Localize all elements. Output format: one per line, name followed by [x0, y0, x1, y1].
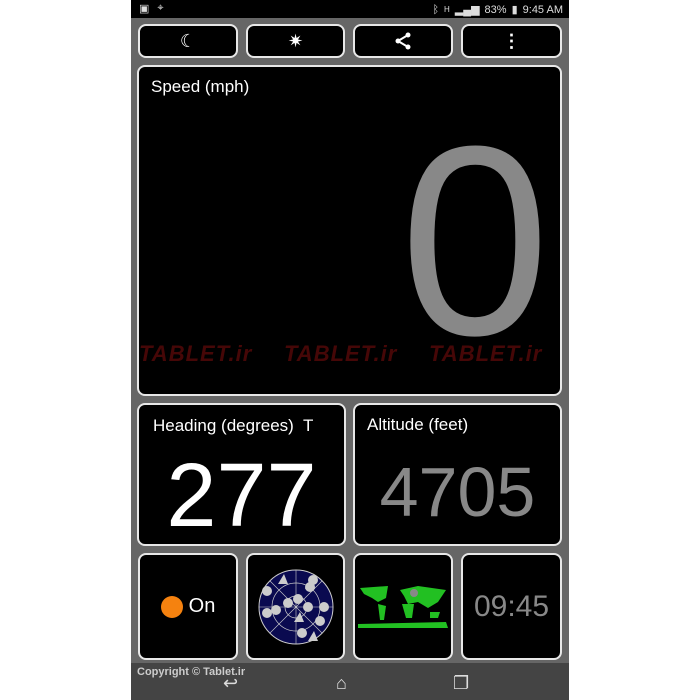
heading-value: 277 — [166, 446, 317, 546]
battery-icon: ▮ — [511, 4, 518, 16]
status-bar: ▣ ⌖ ᛒ H ▂▄▆ 83% ▮ 9:45 AM — [131, 0, 569, 18]
recent-apps-button[interactable]: ❐ — [453, 673, 469, 694]
back-icon: ↩ — [223, 673, 239, 693]
satellite-radar-icon — [258, 569, 333, 644]
status-time: 9:45 AM — [522, 3, 563, 16]
night-mode-icon: ☾ — [179, 30, 197, 51]
back-button[interactable]: ↩ — [223, 673, 238, 694]
gps-icon: ⌖ — [157, 2, 164, 14]
overflow-menu-button[interactable]: ⋮ — [461, 24, 562, 58]
recent-apps-icon: ❐ — [453, 673, 470, 693]
watermark: TABLET.ir — [139, 341, 253, 366]
share-button[interactable] — [353, 24, 453, 58]
heading-panel[interactable]: Heading (degrees) T 277 — [137, 403, 346, 546]
altitude-value: 4705 — [379, 453, 536, 531]
heading-label: Heading (degrees) — [153, 416, 294, 435]
watermark: TABLET.ir — [284, 341, 398, 366]
signal-icon: ▂▄▆ — [454, 4, 480, 16]
gps-status: On — [188, 595, 216, 617]
satellites-tile[interactable] — [246, 553, 345, 660]
altitude-panel[interactable]: Altitude (feet) 4705 — [353, 403, 562, 546]
watermark: TABLET.ir — [429, 341, 543, 366]
navigation-bar: Copyright © Tablet.ir ↩ ⌂ ❐ — [131, 663, 569, 700]
overflow-menu-icon: ⋮ — [502, 30, 521, 51]
home-icon: ⌂ — [336, 673, 347, 693]
speed-panel[interactable]: Speed (mph) 0 TABLET.ir TABLET.ir TABLET… — [137, 65, 562, 396]
image-notification-icon: ▣ — [139, 3, 150, 15]
app-screen: ▣ ⌖ ᛒ H ▂▄▆ 83% ▮ 9:45 AM ☾ ✷ ⋮ Speed (mph) 0 … — [131, 0, 569, 700]
speed-value: 0 — [399, 91, 550, 392]
world-map-tile[interactable] — [353, 553, 453, 660]
clock-value: 09:45 — [473, 589, 550, 623]
gps-status-dot-icon — [160, 595, 183, 618]
home-button[interactable]: ⌂ — [336, 673, 347, 694]
altitude-label: Altitude (feet) — [367, 415, 469, 434]
brightness-button[interactable]: ✷ — [246, 24, 345, 58]
share-icon — [395, 32, 411, 50]
night-mode-button[interactable]: ☾ — [138, 24, 238, 58]
bluetooth-icon: ᛒ — [432, 3, 440, 16]
network-type: H — [444, 5, 450, 14]
world-map-icon — [358, 585, 448, 628]
brightness-icon: ✷ — [287, 30, 304, 51]
battery-level: 83% — [484, 3, 507, 16]
gps-toggle-tile[interactable]: On — [138, 553, 238, 660]
heading-reference: T — [302, 416, 314, 435]
speed-label: Speed (mph) — [151, 77, 250, 96]
clock-tile[interactable]: 09:45 — [461, 553, 562, 660]
